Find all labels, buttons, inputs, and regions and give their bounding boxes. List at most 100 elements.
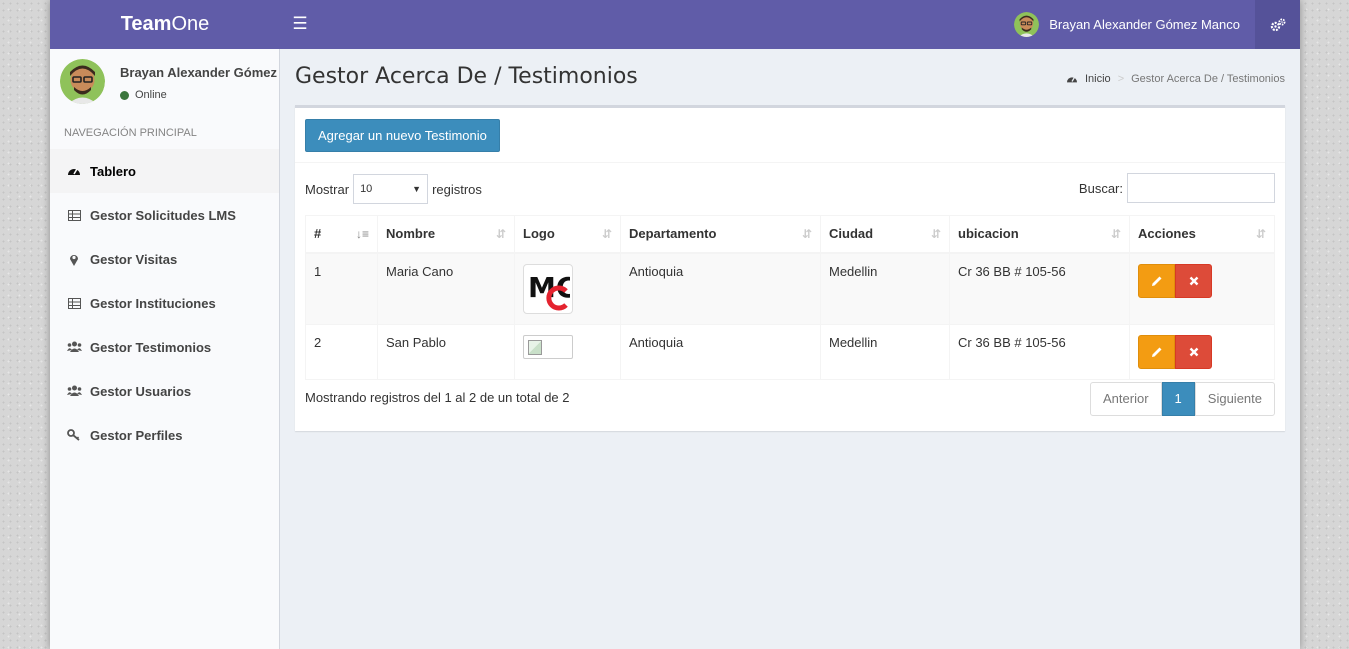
nav-header: NAVEGACIÓN PRINCIPAL [64, 127, 197, 139]
status-label: Online [135, 89, 167, 101]
cell-acciones [1129, 252, 1275, 325]
cell-departamento: Antioquia [620, 323, 821, 380]
logo-image [523, 334, 573, 359]
user-menu[interactable]: Brayan Alexander Gómez Manco [1014, 0, 1255, 49]
table-controls: Mostrar 10 ▼ registros Buscar: [295, 163, 1285, 215]
avatar [60, 59, 105, 104]
sort-icon: ⇵ [495, 227, 506, 241]
cell-logo [514, 323, 621, 380]
header-user-name: Brayan Alexander Gómez Manco [1049, 17, 1240, 32]
sidebar-item-gestor-instituciones[interactable]: Gestor Instituciones [50, 281, 279, 325]
app-wrapper: TeamOne ☰ Brayan Alexander Gómez Manco B… [50, 0, 1300, 649]
cell-ubicacion: Cr 36 BB # 105-56 [949, 252, 1130, 325]
sidebar-item-gestor-usuarios[interactable]: Gestor Usuarios [50, 369, 279, 413]
sort-icon: ⇵ [1255, 227, 1266, 241]
sidebar-item-gestor-perfiles[interactable]: Gestor Perfiles [50, 413, 279, 457]
edit-button[interactable] [1138, 334, 1175, 369]
sidebar-item-gestor-testimonios[interactable]: Gestor Testimonios [50, 325, 279, 369]
delete-button[interactable] [1175, 263, 1212, 298]
users-icon [66, 385, 82, 397]
online-dot-icon [120, 90, 129, 100]
previous-page-button[interactable]: Anterior [1090, 382, 1162, 416]
cell-ubicacion: Cr 36 BB # 105-56 [949, 323, 1130, 380]
cell-nombre: Maria Cano [377, 252, 515, 325]
sidebar-item-label: Gestor Instituciones [90, 295, 216, 311]
dashboard-icon [1067, 77, 1077, 83]
hamburger-icon: ☰ [292, 14, 308, 33]
cell-acciones [1129, 323, 1275, 380]
row-actions [1138, 334, 1266, 369]
cell-departamento: Antioquia [620, 252, 821, 325]
search-input[interactable] [1127, 173, 1275, 203]
main-content: Gestor Acerca De / Testimonios Inicio > … [280, 49, 1300, 649]
cell-nombre: San Pablo [377, 323, 515, 380]
edit-button[interactable] [1138, 263, 1175, 298]
next-page-button[interactable]: Siguiente [1194, 382, 1275, 416]
row-actions [1138, 263, 1266, 298]
sidebar-item-label: Gestor Perfiles [90, 427, 183, 443]
column-header-departamento[interactable]: Departamento ⇵ [620, 215, 821, 254]
sidebar-item-label: Gestor Visitas [90, 251, 178, 267]
pencil-icon [1151, 347, 1161, 357]
close-icon [1189, 347, 1198, 356]
sidebar-item-gestor-solicitudes-lms[interactable]: Gestor Solicitudes LMS [50, 193, 279, 237]
users-icon [66, 341, 82, 353]
length-label-pre: Mostrar [305, 181, 350, 197]
add-testimonial-button[interactable]: Agregar un nuevo Testimonio [305, 119, 500, 152]
sidebar-toggle-button[interactable]: ☰ [286, 0, 314, 49]
user-panel: Brayan Alexander Gómez Manco Online [50, 49, 279, 115]
sidebar-item-tablero[interactable]: Tablero [50, 149, 279, 193]
delete-button[interactable] [1175, 334, 1212, 369]
sidebar-user-name: Brayan Alexander Gómez Manco [120, 65, 279, 80]
breadcrumb-home-link[interactable]: Inicio [1085, 73, 1111, 85]
column-header-id[interactable]: # ↓≡ [305, 215, 378, 254]
sidebar-item-label: Gestor Usuarios [90, 383, 192, 399]
cell-id: 1 [305, 252, 378, 325]
column-header-logo[interactable]: Logo ⇵ [514, 215, 621, 254]
sidebar-item-gestor-visitas[interactable]: Gestor Visitas [50, 237, 279, 281]
breadcrumb-separator: > [1117, 73, 1125, 85]
user-status[interactable]: Online [120, 89, 167, 101]
cell-id: 2 [305, 323, 378, 380]
map-marker-icon [66, 253, 82, 266]
sort-icon: ⇵ [601, 227, 612, 241]
testimonials-table: # ↓≡ Nombre ⇵ Logo ⇵ Departamento ⇵ Ciudad ⇵ … [305, 215, 1275, 380]
broken-image-icon [528, 339, 542, 355]
sort-icon: ⇵ [801, 227, 812, 241]
table-icon [66, 297, 82, 309]
table-row: 2 San Pablo Antioquia Medellin Cr 36 BB … [305, 323, 1275, 380]
sidebar-item-label: Tablero [90, 163, 136, 179]
top-header: TeamOne ☰ Brayan Alexander Gómez Manco [50, 0, 1300, 49]
column-header-ubicacion[interactable]: ubicacion ⇵ [949, 215, 1130, 254]
sidebar-item-label: Gestor Solicitudes LMS [90, 207, 236, 223]
box-header: Agregar un nuevo Testimonio [295, 108, 1285, 163]
page-title: Gestor Acerca De / Testimonios [295, 64, 638, 89]
table-row: 1 Maria Cano MC Antioquia Medellin Cr 36… [305, 252, 1275, 325]
brand-bold: Team [120, 13, 172, 35]
dashboard-icon [66, 165, 82, 177]
column-header-nombre[interactable]: Nombre ⇵ [377, 215, 515, 254]
table-header-row: # ↓≡ Nombre ⇵ Logo ⇵ Departamento ⇵ Ciudad ⇵ … [305, 215, 1275, 254]
page-length: Mostrar 10 ▼ registros [305, 174, 482, 204]
sidebar: Brayan Alexander Gómez Manco Online NAVE… [50, 49, 280, 649]
testimonials-box: Agregar un nuevo Testimonio Mostrar 10 ▼… [295, 105, 1285, 431]
sidebar-item-label: Gestor Testimonios [90, 339, 212, 355]
page-length-select[interactable]: 10 ▼ [353, 174, 429, 204]
column-header-acciones[interactable]: Acciones ⇵ [1129, 215, 1275, 254]
key-icon [66, 429, 82, 441]
sort-icon: ⇵ [1110, 227, 1121, 241]
brand-logo[interactable]: TeamOne [50, 0, 280, 49]
breadcrumb-current: Gestor Acerca De / Testimonios [1131, 73, 1285, 85]
chevron-down-icon: ▼ [412, 184, 422, 194]
gears-icon [1270, 18, 1285, 31]
brand-light: One [171, 13, 210, 35]
sort-icon: ⇵ [930, 227, 941, 241]
cell-ciudad: Medellin [820, 252, 950, 325]
settings-button[interactable] [1255, 0, 1300, 49]
search: Buscar: [1079, 173, 1275, 203]
column-header-ciudad[interactable]: Ciudad ⇵ [820, 215, 950, 254]
avatar [1014, 12, 1040, 37]
close-icon [1189, 276, 1198, 285]
page-1-button[interactable]: 1 [1161, 382, 1195, 416]
logo-image: MC [523, 263, 576, 314]
